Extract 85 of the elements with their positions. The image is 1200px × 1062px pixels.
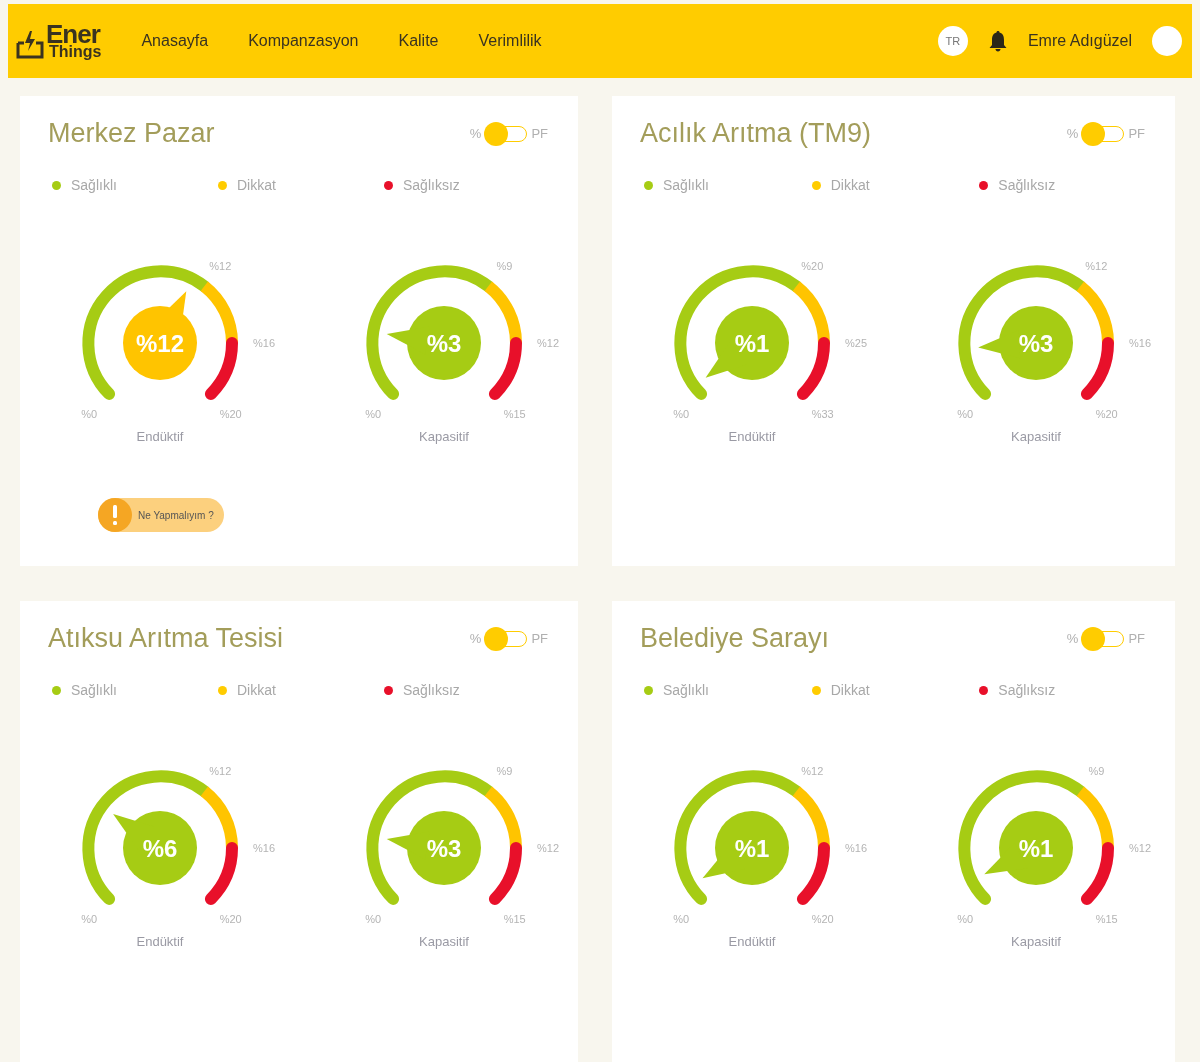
tick-label: %0 <box>81 407 98 420</box>
gauge-value: %6 <box>142 835 178 862</box>
tick-label: %12 <box>209 764 232 777</box>
tick-label: %9 <box>1088 764 1105 777</box>
card-title: Merkez Pazar <box>48 118 215 149</box>
exclamation-icon <box>98 498 132 532</box>
gauge-value: %1 <box>734 835 770 862</box>
nav-link[interactable]: Verimlilik <box>478 32 542 50</box>
nav-link[interactable]: Anasayfa <box>141 32 209 50</box>
tick-label: %12 <box>1085 259 1108 272</box>
tick-label: %12 <box>537 842 559 854</box>
tick-label: %9 <box>496 764 513 777</box>
tick-label: %16 <box>845 842 867 854</box>
toggle-label: % <box>1066 631 1079 646</box>
toggle-label: % <box>469 126 482 141</box>
tick-label: %20 <box>219 912 242 925</box>
toggle-label: % <box>1066 126 1079 141</box>
tick-label: %20 <box>1095 407 1118 420</box>
gauge-label: Kapasitif <box>419 934 469 949</box>
gauge-value: %12 <box>136 330 184 357</box>
tick-label: %25 <box>845 337 867 349</box>
gauge-value: %3 <box>1018 330 1054 357</box>
gauge-value: %3 <box>426 835 462 862</box>
tick-label: %20 <box>801 259 824 272</box>
legend-label: Sağlıklı <box>71 177 117 193</box>
card-title: Atıksu Arıtma Tesisi <box>48 623 284 654</box>
toggle-label: PF <box>531 631 548 646</box>
avatar[interactable] <box>1152 26 1182 56</box>
tick-label: %0 <box>673 407 690 420</box>
toggle-label: PF <box>1128 631 1145 646</box>
toggle-label: % <box>469 631 482 646</box>
box-bolt-icon <box>16 28 44 59</box>
tick-label: %33 <box>811 407 834 420</box>
card-title: Belediye Sarayı <box>640 623 830 654</box>
gauge-label: Endüktif <box>728 429 776 444</box>
tick-label: %9 <box>496 259 513 272</box>
tick-label: %0 <box>957 912 974 925</box>
tick-label: %16 <box>253 337 275 349</box>
tick-label: %15 <box>503 407 526 420</box>
legend-label: Dikkat <box>237 682 276 698</box>
logo-text: Things <box>49 45 102 59</box>
tick-label: %12 <box>537 337 559 349</box>
tick-label: %16 <box>253 842 275 854</box>
legend-label: Sağlıksız <box>403 682 460 698</box>
gauge-label: Endüktif <box>728 934 776 949</box>
gauge-label: Endüktif <box>136 934 184 949</box>
tick-label: %12 <box>801 764 824 777</box>
card-title: Acılık Arıtma (TM9) <box>640 118 872 149</box>
tick-label: %16 <box>1129 337 1151 349</box>
toggle-label: PF <box>1128 126 1145 141</box>
user-name[interactable]: Emre Adıgüzel <box>1027 32 1132 50</box>
gauge-value: %1 <box>734 330 770 357</box>
legend-label: Sağlıklı <box>663 177 709 193</box>
gauge-label: Kapasitif <box>1011 934 1061 949</box>
tick-label: %0 <box>365 912 382 925</box>
gauge-label: Kapasitif <box>419 429 469 444</box>
tick-label: %0 <box>365 407 382 420</box>
legend-label: Sağlıksız <box>403 177 460 193</box>
gauge-label: Kapasitif <box>1011 429 1061 444</box>
toggle-label: PF <box>531 126 548 141</box>
advice-button[interactable]: Ne Yapmalıyım ? <box>98 498 224 532</box>
gauge-label: Endüktif <box>136 429 184 444</box>
bell-icon[interactable] <box>987 30 1008 52</box>
legend-label: Dikkat <box>237 177 276 193</box>
tick-label: %0 <box>673 912 690 925</box>
legend-label: Dikkat <box>830 682 870 698</box>
legend-label: Sağlıklı <box>71 682 117 698</box>
gauge-value: %1 <box>1018 835 1054 862</box>
gauge-value: %3 <box>426 330 462 357</box>
tick-label: %12 <box>1129 842 1151 854</box>
tick-label: %15 <box>1095 912 1118 925</box>
legend-label: Dikkat <box>830 177 870 193</box>
tick-label: %0 <box>957 407 974 420</box>
tick-label: %20 <box>219 407 242 420</box>
nav-link[interactable]: Kompanzasyon <box>248 32 359 50</box>
legend-label: Sağlıklı <box>663 682 709 698</box>
tick-label: %12 <box>209 259 232 272</box>
logo-text: Ener <box>46 23 102 46</box>
legend-label: Sağlıksız <box>998 682 1056 698</box>
language-button[interactable]: TR <box>937 26 968 56</box>
nav-link[interactable]: Kalite <box>398 32 439 50</box>
legend-label: Sağlıksız <box>998 177 1056 193</box>
tick-label: %15 <box>503 912 526 925</box>
tick-label: %0 <box>81 912 98 925</box>
tick-label: %20 <box>811 912 834 925</box>
